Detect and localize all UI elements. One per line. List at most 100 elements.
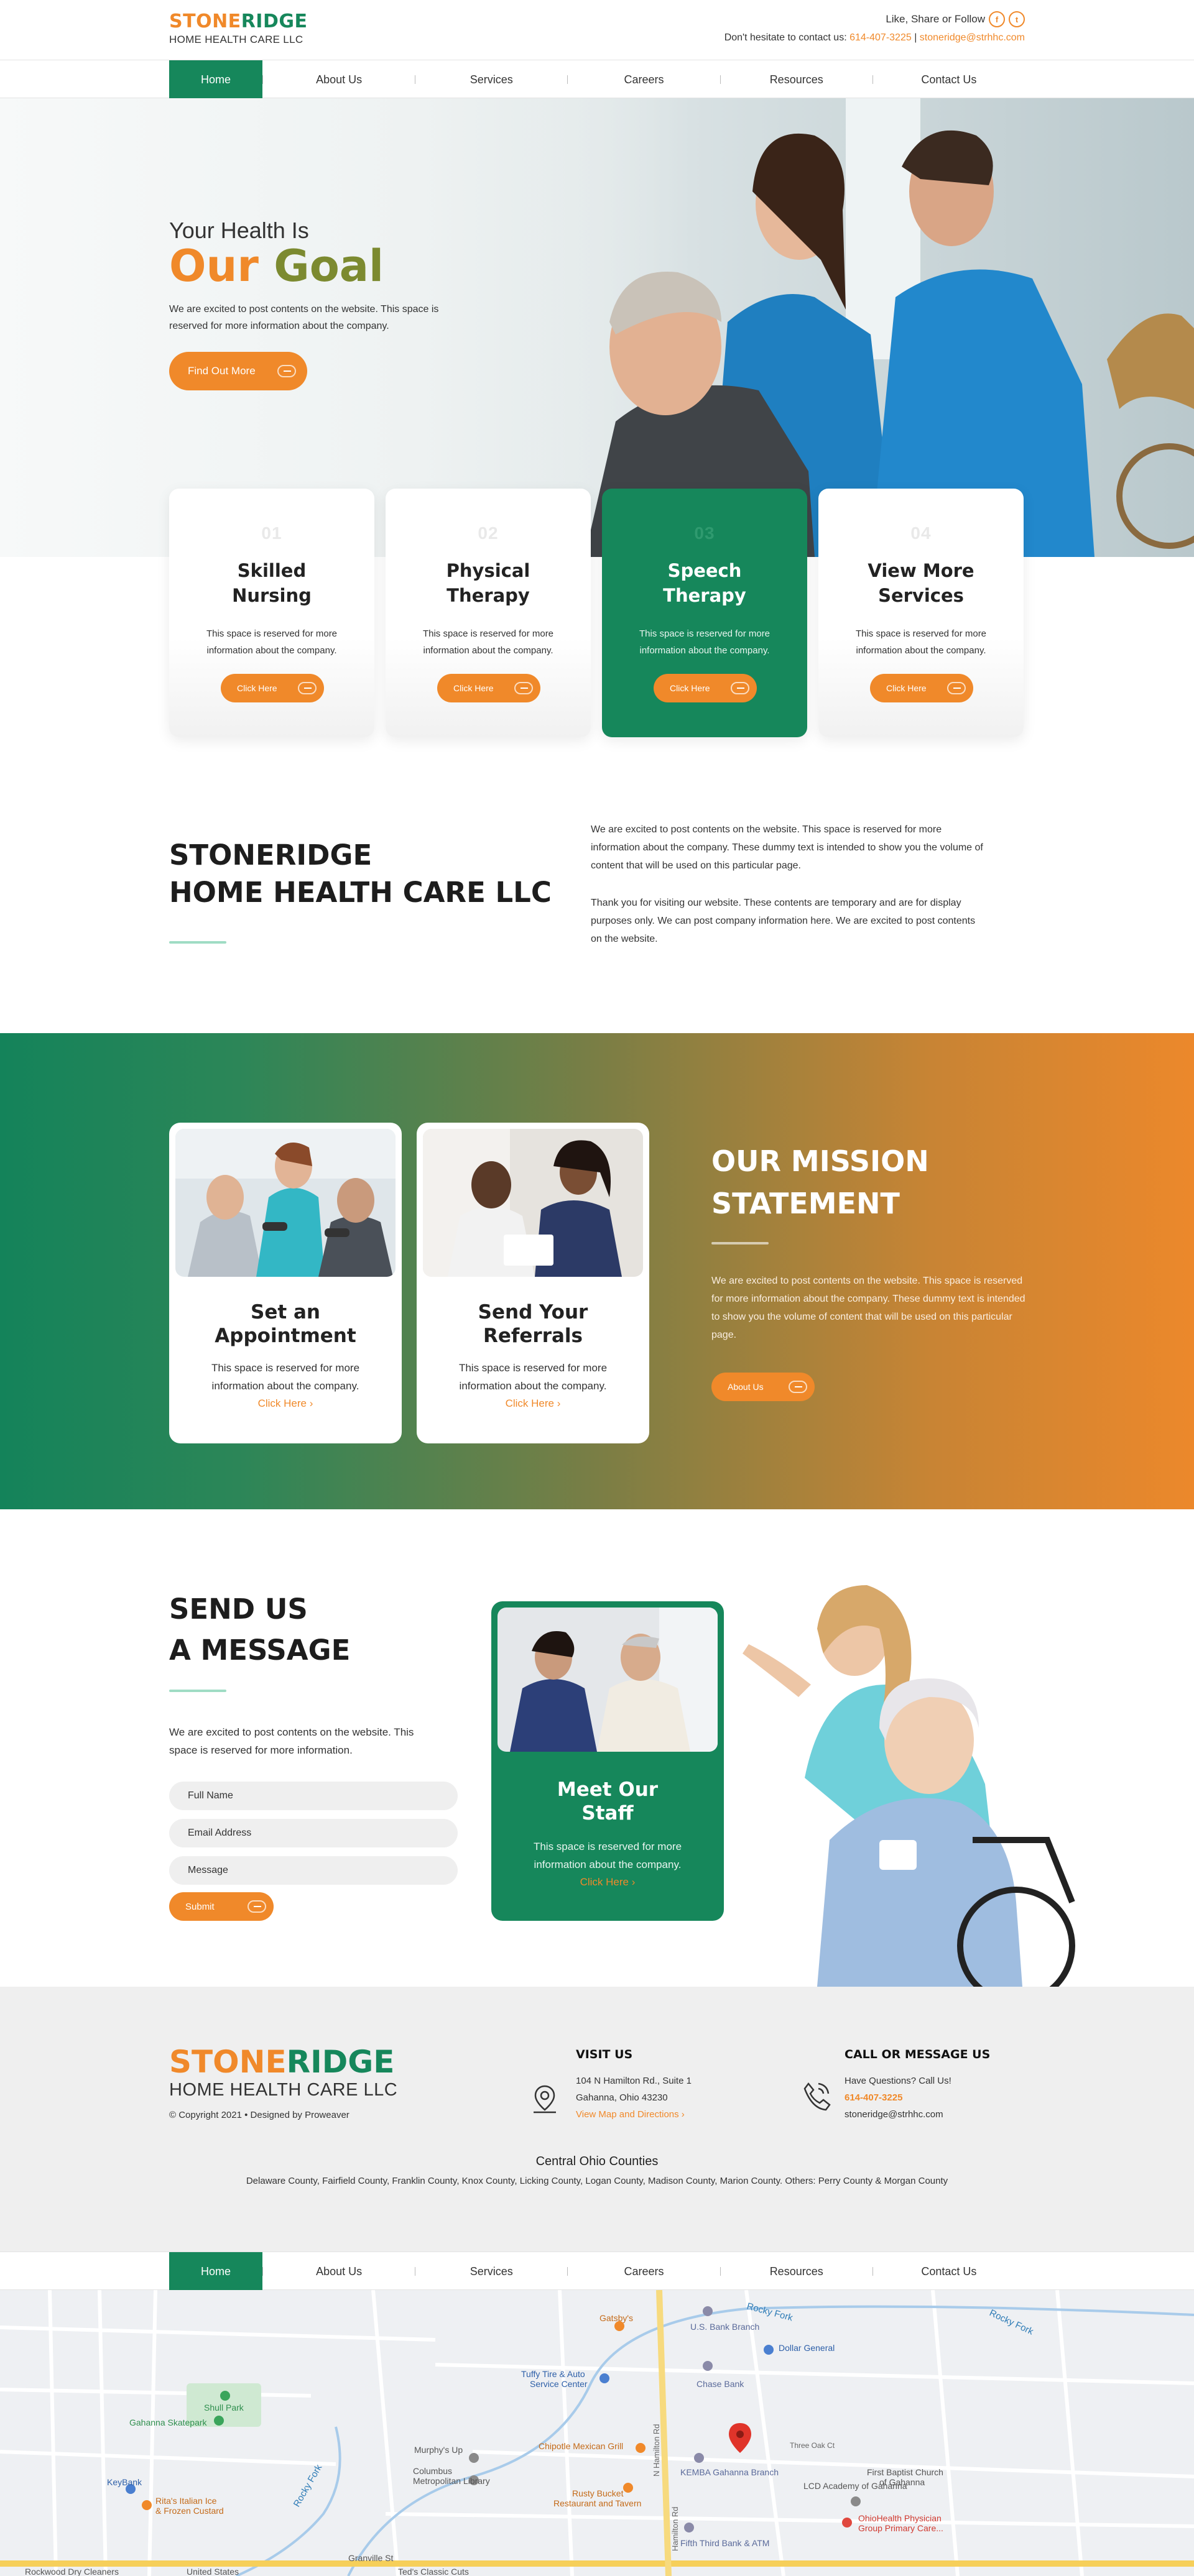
service-text: This space is reserved for more informat… <box>639 628 771 656</box>
logo-text-ridge: RIDGE <box>241 11 308 32</box>
nav-about-us[interactable]: About Us <box>263 2252 415 2291</box>
nav-contact-us[interactable]: Contact Us <box>873 2252 1025 2291</box>
click-here-button[interactable]: Click Here <box>221 674 324 702</box>
referrals-click-here-link[interactable]: Click Here › <box>417 1397 649 1410</box>
find-out-more-button[interactable]: Find Out More <box>169 352 307 390</box>
click-here-label: Click Here <box>453 683 494 693</box>
title-underline <box>711 1242 769 1244</box>
address-line-1: 104 N Hamilton Rd., Suite 1 <box>576 2076 692 2086</box>
nav-home[interactable]: Home <box>169 60 262 99</box>
service-number: 03 <box>694 523 715 543</box>
phone-icon <box>803 2082 831 2111</box>
main-nav: Home About Us Services Careers Resources… <box>0 60 1194 99</box>
map-label-chipotle: Chipotle Mexican Grill <box>539 2441 623 2451</box>
nav-services[interactable]: Services <box>415 2252 567 2291</box>
service-title-line2: Therapy <box>447 585 530 606</box>
staff-click-here-link[interactable]: Click Here › <box>491 1876 724 1888</box>
service-card-skilled-nursing: 01 Skilled Nursing This space is reserved… <box>169 489 374 737</box>
contact-prefix: Don't hesitate to contact us: <box>724 32 847 43</box>
nav-resources[interactable]: Resources <box>721 60 872 99</box>
click-here-button[interactable]: Click Here <box>437 674 540 702</box>
visit-us-heading: VISIT US <box>576 2048 633 2061</box>
call-us-details: Have Questions? Call Us! 614-407-3225 st… <box>845 2072 951 2123</box>
appointment-click-here-link[interactable]: Click Here › <box>169 1397 402 1410</box>
staff-title: Meet Our Staff <box>491 1778 724 1825</box>
counties-heading: Central Ohio Counties <box>535 2155 659 2168</box>
map-label-granville: Granville St <box>348 2553 393 2563</box>
email-address-field[interactable] <box>169 1819 458 1847</box>
card-title-line1: Send Your <box>478 1301 588 1323</box>
call-prompt: Have Questions? Call Us! <box>845 2076 951 2086</box>
about-title: STONERIDGE HOME HEALTH CARE LLC <box>169 837 552 911</box>
map-label-rusty-2: Restaurant and Tavern <box>553 2498 641 2508</box>
map-label-dollar: Dollar General <box>779 2343 835 2353</box>
about-paragraph-1: We are excited to post contents on the w… <box>591 824 983 871</box>
service-title-line2: Nursing <box>232 585 312 606</box>
facebook-icon[interactable]: f <box>989 11 1005 27</box>
map-label-skatepark: Gahanna Skatepark <box>129 2417 208 2427</box>
footer-phone-link[interactable]: 614-407-3225 <box>845 2089 951 2106</box>
map-label-teds: Ted's Classic Cuts <box>398 2567 469 2576</box>
arrow-right-icon <box>514 682 533 694</box>
footer-logo-ridge: RIDGE <box>286 2044 395 2080</box>
about-us-label: About Us <box>728 1382 764 1392</box>
service-card-physical-therapy: 02 Physical Therapy This space is reserve… <box>386 489 591 737</box>
logo-text-stone: STONE <box>169 11 241 32</box>
map-label-ohiohealth-2: Group Primary Care... <box>858 2523 943 2533</box>
header-email-link[interactable]: stoneridge@strhhc.com <box>920 32 1025 43</box>
about-title-line2: HOME HEALTH CARE LLC <box>169 876 552 909</box>
service-title-line1: View More <box>868 560 974 581</box>
nav-about-us[interactable]: About Us <box>263 60 415 99</box>
twitter-icon[interactable]: t <box>1009 11 1025 27</box>
site-logo[interactable]: STONERIDGE <box>169 12 307 31</box>
nav-contact-us[interactable]: Contact Us <box>873 60 1025 99</box>
mission-title: OUR MISSION STATEMENT <box>711 1140 929 1225</box>
map-label-chase: Chase Bank <box>696 2379 744 2389</box>
service-text: This space is reserved for more informat… <box>206 628 338 656</box>
footer-logo[interactable]: STONERIDGE <box>169 2045 394 2079</box>
map-label-fifth: Fifth Third Bank & ATM <box>680 2538 769 2548</box>
arrow-right-icon <box>789 1381 807 1393</box>
map-label-gatsbys: Gatsby's <box>599 2313 633 2323</box>
click-here-label: Click Here <box>886 683 927 693</box>
view-map-link[interactable]: View Map and Directions › <box>576 2106 692 2123</box>
nav-careers[interactable]: Careers <box>568 2252 720 2291</box>
click-here-button[interactable]: Click Here <box>870 674 973 702</box>
staff-title-line2: Staff <box>581 1802 634 1824</box>
copyright: © Copyright 2021 • Designed by Proweaver <box>169 2110 349 2120</box>
service-title: Speech Therapy <box>602 558 807 608</box>
footer-email-link[interactable]: stoneridge@strhhc.com <box>845 2106 951 2123</box>
nav-resources[interactable]: Resources <box>721 2252 872 2291</box>
full-name-field[interactable] <box>169 1782 458 1810</box>
nav-home[interactable]: Home <box>169 2252 262 2291</box>
title-underline <box>169 941 226 944</box>
service-title: Physical Therapy <box>386 558 591 608</box>
title-underline <box>169 1690 226 1692</box>
nav-careers[interactable]: Careers <box>568 60 720 99</box>
click-here-label: Click Here <box>237 683 277 693</box>
hero-title-part2: Goal <box>274 241 384 292</box>
header-phone-link[interactable]: 614-407-3225 <box>849 32 912 43</box>
message-text: We are excited to post contents on the w… <box>169 1726 414 1756</box>
map-label-ritas-2: & Frozen Custard <box>155 2506 224 2516</box>
map-canvas[interactable]: Granville St Ted's Classic Cuts Rockwood… <box>0 2290 1194 2576</box>
nav-services[interactable]: Services <box>415 60 567 99</box>
service-text: This space is reserved for more informat… <box>422 628 554 656</box>
referrals-image <box>423 1129 643 1277</box>
service-title-line1: Speech <box>667 560 742 581</box>
service-title-line2: Services <box>878 585 964 606</box>
service-card-view-more: 04 View More Services This space is reser… <box>818 489 1024 737</box>
contact-separator: | <box>914 32 917 43</box>
location-map[interactable]: Granville St Ted's Classic Cuts Rockwood… <box>0 2290 1194 2576</box>
nurse-wheelchair-photo <box>743 1585 1075 1987</box>
arrow-right-icon <box>248 1900 266 1913</box>
map-label-usbank: U.S. Bank Branch <box>690 2322 759 2332</box>
arrow-right-icon <box>947 682 966 694</box>
map-label-hamilton: N Hamilton Rd <box>652 2424 661 2477</box>
message-title: SEND US A MESSAGE <box>169 1589 350 1671</box>
about-us-button[interactable]: About Us <box>711 1373 815 1401</box>
submit-button[interactable]: Submit <box>169 1892 274 1921</box>
click-here-button[interactable]: Click Here <box>654 674 757 702</box>
visit-us-details: 104 N Hamilton Rd., Suite 1 Gahanna, Ohi… <box>576 2072 692 2123</box>
message-field[interactable] <box>169 1856 458 1885</box>
